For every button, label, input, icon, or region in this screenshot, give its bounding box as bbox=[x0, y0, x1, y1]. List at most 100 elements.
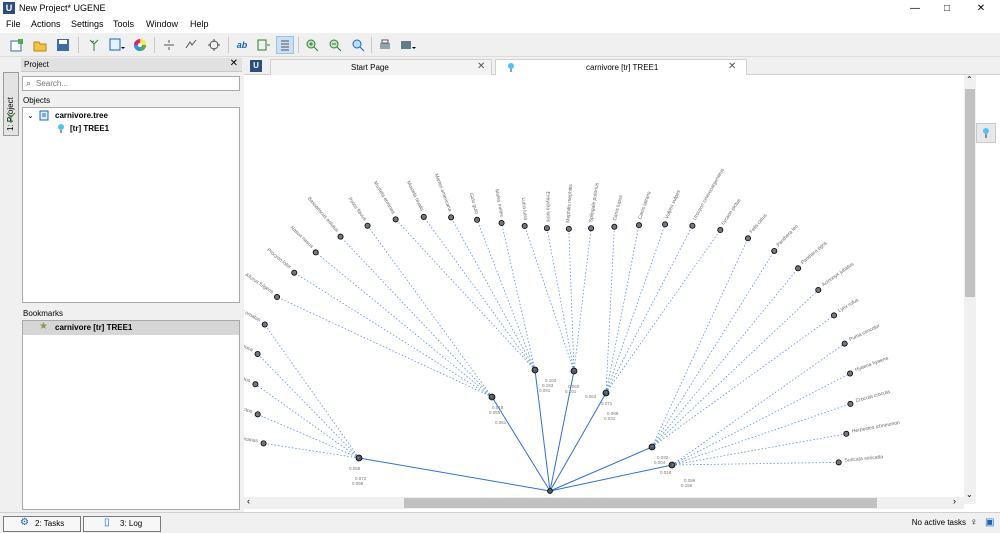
export-image-icon[interactable] bbox=[399, 36, 417, 54]
leaf-node bbox=[744, 235, 751, 242]
leaf-branch bbox=[294, 272, 493, 398]
scroll-down-icon[interactable]: ⌄ bbox=[966, 490, 973, 499]
menu-tools[interactable]: Tools bbox=[113, 19, 134, 29]
close-window-button[interactable]: ✕ bbox=[966, 0, 996, 17]
scroll-up-icon[interactable]: ⌃ bbox=[966, 75, 973, 84]
internal-branch bbox=[549, 392, 607, 492]
leaf-branch bbox=[546, 228, 575, 372]
tasks-status-icon[interactable]: ▣ bbox=[985, 517, 994, 528]
leaf-branch bbox=[423, 216, 536, 371]
leaf-node bbox=[260, 440, 267, 447]
leaf-node bbox=[847, 370, 854, 377]
branch-length-label: 0.103 bbox=[545, 378, 557, 383]
leaf-label: Mustela nivalis bbox=[405, 180, 425, 213]
branch-length-label: 0.030 bbox=[657, 455, 669, 460]
document-area: U Start Page ✕ carnivore [tr] TREE1 ✕ Ur… bbox=[244, 58, 1000, 512]
menu-settings[interactable]: Settings bbox=[71, 19, 104, 29]
leaf-label: Lycaon pictus bbox=[720, 197, 742, 226]
menu-window[interactable]: Window bbox=[146, 19, 178, 29]
collapse-icon[interactable] bbox=[160, 36, 178, 54]
leaf-label: Crocuta crocuta bbox=[855, 389, 891, 404]
leaf-label: Lynx rufus bbox=[837, 297, 860, 314]
scroll-right-icon[interactable]: › bbox=[953, 496, 956, 506]
maximize-button[interactable]: □ bbox=[932, 0, 962, 17]
leaf-label: Procyon lotor bbox=[265, 247, 292, 270]
leaf-label: Lutra lutra bbox=[520, 197, 528, 220]
project-search-box[interactable]: ⌕ bbox=[22, 76, 240, 91]
zoom-out-icon[interactable] bbox=[326, 36, 344, 54]
print-icon[interactable] bbox=[376, 36, 394, 54]
horizontal-scroll-thumb[interactable] bbox=[404, 498, 877, 508]
branch-length-label: 0.058 bbox=[349, 466, 361, 471]
branch-length-label: 0.018 bbox=[660, 470, 672, 475]
reroot-icon[interactable] bbox=[205, 36, 223, 54]
leaf-branch bbox=[671, 461, 839, 466]
leaf-label: Vulpes vulpes bbox=[664, 189, 682, 220]
minimize-button[interactable]: — bbox=[900, 0, 930, 17]
tab-start-page-close-icon[interactable]: ✕ bbox=[477, 61, 485, 72]
horizontal-scrollbar[interactable]: ‹ › bbox=[244, 496, 964, 509]
branch-length-label: 0.193 bbox=[542, 383, 554, 388]
branch-length-label: 0.055 bbox=[489, 410, 501, 415]
tree-document-item[interactable]: carnivore.tree bbox=[55, 111, 108, 120]
leaf-node bbox=[392, 216, 399, 223]
tasks-button[interactable]: ⚙ 2: Tasks bbox=[3, 516, 81, 532]
leaf-node bbox=[448, 214, 455, 221]
tree-dock-icon[interactable] bbox=[5, 112, 17, 124]
build-tree-icon[interactable] bbox=[85, 36, 103, 54]
leaf-node bbox=[588, 225, 595, 232]
menu-help[interactable]: Help bbox=[190, 19, 209, 29]
project-panel-close-icon[interactable]: ✕ bbox=[230, 58, 238, 69]
options-panel-tab[interactable] bbox=[976, 123, 996, 143]
menu-file[interactable]: File bbox=[6, 19, 21, 29]
leaf-node bbox=[364, 222, 371, 229]
leaf-label: Ailuropoda melanoleuca bbox=[244, 326, 254, 353]
color-wheel-icon[interactable] bbox=[131, 36, 149, 54]
leaf-node bbox=[843, 430, 850, 437]
tab-carnivore-tree-close-icon[interactable]: ✕ bbox=[728, 61, 736, 72]
window-titlebar: U New Project* UGENE — □ ✕ bbox=[0, 0, 1000, 17]
tree-object-item[interactable]: [tr] TREE1 bbox=[70, 124, 109, 133]
vertical-scrollbar[interactable]: ⌃ ⌄ bbox=[964, 75, 976, 504]
status-text: No active tasks bbox=[911, 518, 966, 527]
new-project-icon[interactable] bbox=[8, 36, 26, 54]
vertical-scroll-thumb[interactable] bbox=[965, 89, 975, 297]
status-bar: ⚙ 2: Tasks ▯ 3: Log No active tasks ♀ ▣ bbox=[0, 512, 1000, 533]
leaf-branch bbox=[651, 289, 819, 448]
notification-icon[interactable]: ♀ bbox=[970, 517, 978, 528]
bookmark-row[interactable]: ★ carnivore [tr] TREE1 bbox=[23, 321, 239, 335]
zoom-reset-icon[interactable] bbox=[349, 36, 367, 54]
leaf-label: Mustela erminea bbox=[372, 180, 396, 215]
zoom-in-icon[interactable] bbox=[303, 36, 321, 54]
leaf-label: Spilogale putorius bbox=[588, 182, 600, 223]
branch-length-label: 0.089 bbox=[607, 411, 619, 416]
show-distances-icon[interactable] bbox=[276, 36, 294, 54]
expand-chevron-icon[interactable]: ⌄ bbox=[27, 111, 34, 120]
leaf-node bbox=[420, 213, 427, 220]
leaf-node bbox=[815, 286, 822, 293]
tab-start-page[interactable]: Start Page ✕ bbox=[270, 59, 492, 75]
log-button[interactable]: ▯ 3: Log bbox=[83, 516, 161, 532]
leaf-branch bbox=[340, 236, 493, 398]
save-icon[interactable] bbox=[54, 36, 72, 54]
align-labels-icon[interactable] bbox=[255, 36, 273, 54]
search-icon: ⌕ bbox=[26, 78, 32, 88]
swap-siblings-icon[interactable] bbox=[182, 36, 200, 54]
home-tab-icon[interactable]: U bbox=[250, 60, 262, 72]
text-labels-icon[interactable]: ab bbox=[233, 36, 251, 54]
menu-bar: File Actions Settings Tools Window Help bbox=[0, 17, 1000, 33]
layout-dropdown-icon[interactable] bbox=[108, 36, 126, 54]
tab-carnivore-tree[interactable]: carnivore [tr] TREE1 ✕ bbox=[495, 59, 747, 75]
tree-canvas[interactable]: Ursus americanus Ursus arctos Ursus mariti… bbox=[244, 75, 964, 504]
leaf-label: Ursus americanus bbox=[244, 432, 259, 444]
scroll-left-icon[interactable]: ‹ bbox=[247, 496, 250, 506]
branch-length-label: 0.091 bbox=[539, 388, 551, 393]
leaf-label: Panthera tigris bbox=[800, 240, 829, 266]
tab-start-page-label: Start Page bbox=[351, 63, 389, 72]
project-dock-tab[interactable]: 1: Project bbox=[3, 72, 19, 136]
search-input[interactable] bbox=[36, 78, 236, 89]
menu-actions[interactable]: Actions bbox=[31, 19, 61, 29]
branch-length-label: 0.072 bbox=[355, 476, 367, 481]
leaf-node bbox=[635, 222, 642, 229]
open-folder-icon[interactable] bbox=[31, 36, 49, 54]
